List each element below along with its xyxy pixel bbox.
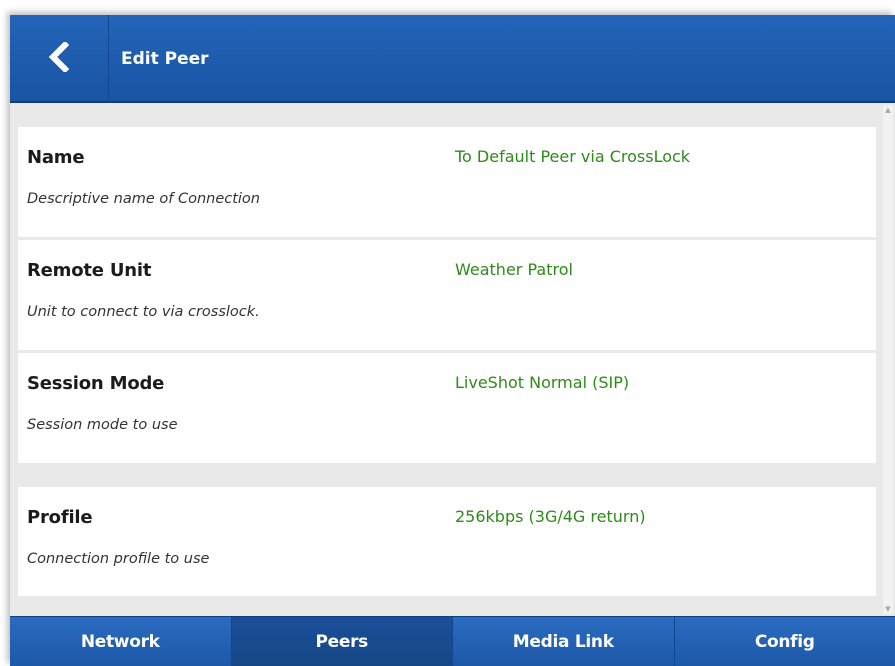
setting-description: Connection profile to use <box>27 551 210 567</box>
setting-value[interactable]: LiveShot Normal (SIP) <box>455 373 629 392</box>
setting-row-remote-unit[interactable]: Remote Unit Unit to connect to via cross… <box>18 240 876 350</box>
setting-value[interactable]: Weather Patrol <box>455 260 573 279</box>
scroll-down-arrow-icon[interactable]: ▼ <box>883 604 893 614</box>
setting-label: Remote Unit <box>27 260 152 281</box>
chevron-left-icon <box>46 40 72 76</box>
setting-value[interactable]: 256kbps (3G/4G return) <box>455 507 646 526</box>
tab-peers[interactable]: Peers <box>231 617 453 666</box>
tab-config[interactable]: Config <box>674 617 895 666</box>
setting-label: Profile <box>27 507 93 528</box>
setting-row-session-mode[interactable]: Session Mode Session mode to use LiveSho… <box>18 353 876 463</box>
setting-value[interactable]: To Default Peer via CrossLock <box>455 147 690 166</box>
scroll-up-arrow-icon[interactable]: ▲ <box>883 105 893 115</box>
setting-description: Descriptive name of Connection <box>27 191 260 207</box>
setting-row-name[interactable]: Name Descriptive name of Connection To D… <box>18 127 876 237</box>
setting-label: Name <box>27 147 85 168</box>
setting-description: Unit to connect to via crosslock. <box>27 304 260 320</box>
tab-network[interactable]: Network <box>10 617 232 666</box>
setting-description: Session mode to use <box>27 417 178 433</box>
back-button[interactable] <box>10 15 109 103</box>
bottom-tab-bar: Network Peers Media Link Config <box>10 616 895 666</box>
setting-label: Session Mode <box>27 373 165 394</box>
app-window: Edit Peer Name Descriptive name of Conne… <box>10 15 895 666</box>
settings-list: Name Descriptive name of Connection To D… <box>10 103 895 616</box>
vertical-scrollbar[interactable]: ▲ ▼ <box>883 105 893 614</box>
header-bar: Edit Peer <box>10 15 895 103</box>
page-title: Edit Peer <box>121 49 209 69</box>
setting-row-profile[interactable]: Profile Connection profile to use 256kbp… <box>18 487 876 596</box>
tab-media-link[interactable]: Media Link <box>453 617 675 666</box>
